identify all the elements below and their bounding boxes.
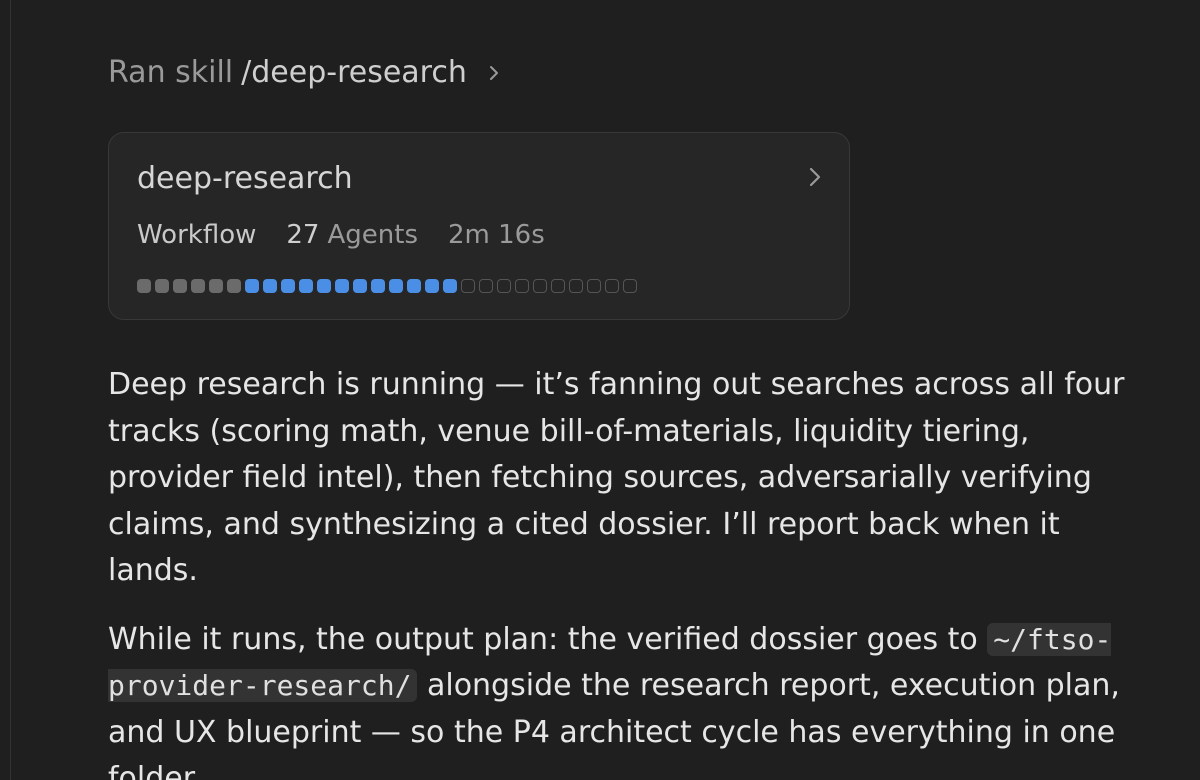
progress-segment-active [317,279,331,293]
workflow-meta: Workflow 27 Agents 2m 16s [137,219,545,251]
progress-segment-active [299,279,313,293]
progress-segment-pending [515,279,529,293]
progress-segment-done [191,279,205,293]
progress-segment-pending [497,279,511,293]
agents-count: 27 Agents [286,219,418,251]
progress-segment-done [227,279,241,293]
progress-segment-active [353,279,367,293]
progress-segment-active [443,279,457,293]
progress-segment-active [335,279,349,293]
progress-segment-pending [461,279,475,293]
workflow-type: Workflow [137,220,257,250]
progress-segment-active [407,279,421,293]
skill-run-toggle[interactable]: Ran skill /deep-research [108,54,1168,92]
progress-segment-active [281,279,295,293]
skill-run-name: /deep-research [241,55,467,90]
progress-segment-active [245,279,259,293]
message-paragraph: While it runs, the output plan: the veri… [108,617,1148,780]
progress-segment-pending [605,279,619,293]
chevron-right-icon[interactable] [807,165,823,189]
progress-segment-pending [587,279,601,293]
workflow-card[interactable]: deep-research Workflow 27 Agents 2m 16s [108,132,850,320]
progress-segment-active [263,279,277,293]
progress-segment-done [209,279,223,293]
progress-segment-done [155,279,169,293]
message-text: While it runs, the output plan: the veri… [108,621,988,657]
progress-segment-done [137,279,151,293]
chat-transcript: Ran skill /deep-research deep-research W… [0,0,1200,780]
progress-segment-pending [623,279,637,293]
message-paragraph: Deep research is running — it’s fanning … [108,367,1125,588]
progress-segment-active [371,279,385,293]
workflow-title: deep-research [137,161,353,196]
agent-progress-bar [137,279,637,293]
skill-run-prefix: Ran skill [108,55,234,90]
elapsed-time: 2m 16s [448,220,545,250]
progress-segment-active [389,279,403,293]
agents-label: Agents [327,220,418,250]
assistant-message: Ran skill /deep-research deep-research W… [108,54,1168,780]
sidebar-divider [10,0,11,780]
progress-segment-active [425,279,439,293]
chevron-right-icon [487,64,501,82]
progress-segment-pending [551,279,565,293]
progress-segment-pending [479,279,493,293]
progress-segment-pending [569,279,583,293]
agents-number: 27 [286,220,320,250]
progress-segment-pending [533,279,547,293]
progress-segment-done [173,279,187,293]
